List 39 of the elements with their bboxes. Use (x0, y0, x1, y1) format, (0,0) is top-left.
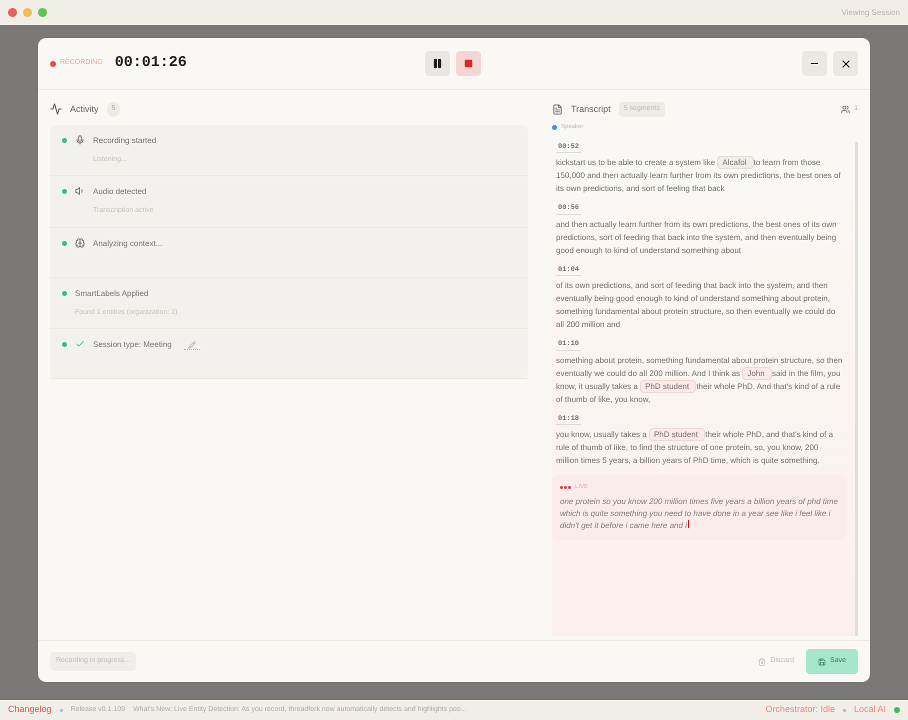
activity-title-text: SmartLabels Applied (75, 288, 148, 300)
save-icon (818, 658, 826, 666)
live-text: one protein so you know 200 million times five years a billion years of phd time which is quite something you need to have done in a year see like i feel like i didn't get it before i came here and i (560, 496, 839, 532)
minimize-window-icon[interactable] (23, 8, 32, 17)
orchestrator-status: Orchestrator: Idle (765, 703, 835, 716)
pencil-icon (188, 340, 196, 348)
trash-icon (758, 658, 766, 666)
activity-title-text: Session type: Meeting (93, 339, 172, 351)
edit-button[interactable] (184, 340, 200, 350)
activity-title-text: Recording started (93, 134, 156, 146)
changelog-link[interactable]: Changelog (8, 703, 52, 717)
speaker-icon (75, 186, 85, 196)
maximize-window-icon[interactable] (38, 8, 47, 17)
activity-title: Activity (70, 102, 99, 116)
transcript-text: kickstart us to be able to create a system like Alcafol to learn from those 150,000 and then actually learn further from its own predictions, the best ones of its own predictions, and sort of feeling that back (556, 156, 842, 195)
brain-icon (75, 238, 85, 248)
activity-icon (50, 103, 62, 116)
transcript-text: and then actually learn further from its own predictions, the best ones of its own predictions, sort of feeding that back into the system, and then eventually being good enough to kind of understand something about (556, 218, 838, 256)
recording-timer: 00:01:26 (114, 53, 187, 74)
activity-title-text: Analyzing context... (93, 238, 162, 250)
transcript-text: you know, usually takes a PhD student their whole PhD, and that's kind of a rule of thumb of like, to find the structure of one protein, so, you know, 200 million times 5 years, a billion years of PhD time, which is quite something. (556, 428, 834, 467)
view-status: Viewing Session (841, 6, 900, 18)
transcript-title: Transcript (571, 102, 611, 116)
document-icon (552, 104, 563, 115)
close-icon (840, 58, 852, 70)
transcript-text: something about protein, something fundamental about protein structure, so then eventually we could do all 200 million. And I think as John said in the film, you know, it usually takes a PhD student their whole PhD. And that's kind of a rule of thumb of like, you know, (556, 354, 843, 406)
transcript-text: of its own predictions, and sort of feeding that back into the system, and then eventually being good enough to kind of understand something about protein, something fundamental about protein structure, so then eventually we could do all 200 million and (556, 280, 836, 331)
live-dots-icon (560, 486, 571, 489)
check-icon (75, 339, 85, 349)
pause-icon (432, 58, 443, 69)
local-ai-label: Local AI (854, 703, 886, 716)
activity-title-text: Audio detected (93, 186, 146, 198)
pause-button[interactable] (424, 51, 450, 76)
microphone-icon (75, 134, 85, 144)
close-button[interactable] (833, 51, 858, 76)
close-window-icon[interactable] (8, 8, 17, 17)
stop-icon (464, 59, 473, 68)
speakers-icon (841, 104, 850, 114)
stop-button[interactable] (456, 51, 481, 76)
